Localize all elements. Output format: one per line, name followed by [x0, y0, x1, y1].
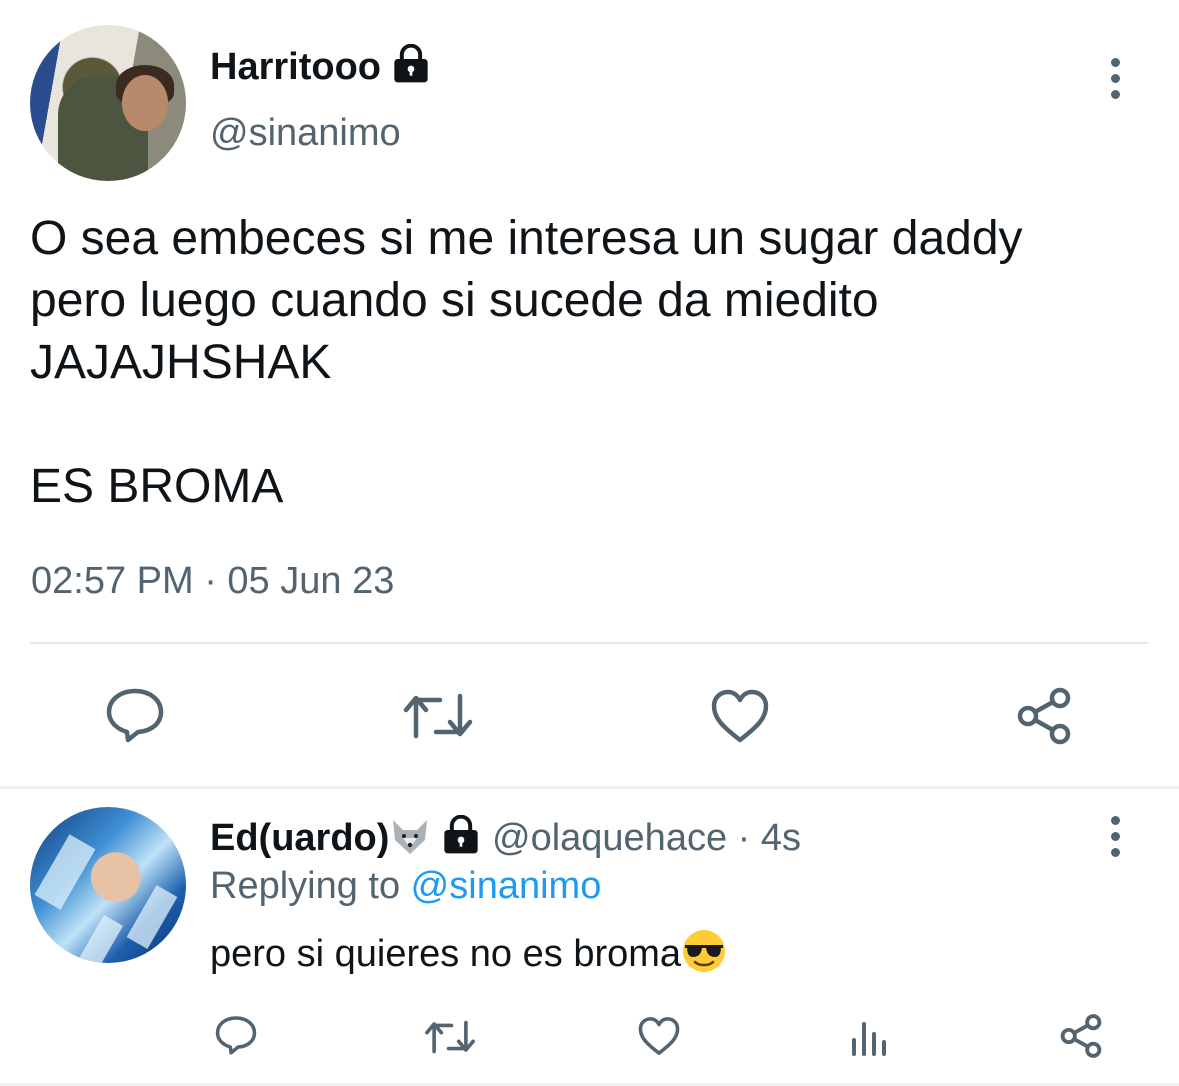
reply-author-handle[interactable]: @olaquehace: [492, 817, 727, 859]
section-separator: [0, 786, 1179, 789]
author-name-text: Harritooo: [210, 46, 381, 89]
reply-author-avatar[interactable]: [30, 807, 186, 963]
tweet-text-line: O sea embeces si me interesa un sugar da…: [30, 212, 1023, 265]
reply-text-content: pero si quieres no es broma: [210, 933, 682, 975]
author-name[interactable]: Harritooo: [210, 43, 431, 94]
tweet-timestamp[interactable]: 02:57 PM · 05 Jun 23: [31, 560, 394, 603]
reply-age: · 4s: [737, 817, 802, 860]
reply-retweet-icon[interactable]: [424, 1018, 476, 1061]
sunglasses-emoji-icon: [681, 928, 727, 974]
reply-header: Ed(uardo) @olaquehace · 4s: [210, 814, 802, 865]
analytics-icon[interactable]: [850, 1016, 888, 1061]
more-options-icon[interactable]: [1100, 58, 1130, 106]
tweet-text-line: pero luego cuando si sucede da miedito: [30, 274, 879, 327]
reply-text: pero si quieres no es broma: [210, 928, 727, 976]
lock-icon: [391, 43, 431, 94]
reply-reply-icon[interactable]: [214, 1014, 258, 1061]
avatar-face: [122, 75, 168, 131]
lock-icon: [441, 814, 481, 865]
share-icon[interactable]: [1014, 686, 1074, 751]
reply-author-name[interactable]: Ed(uardo): [210, 817, 389, 859]
replying-to: Replying to @sinanimo: [210, 865, 601, 908]
replying-to-link[interactable]: @sinanimo: [411, 865, 602, 907]
retweet-icon[interactable]: [402, 690, 474, 747]
reply-more-options-icon[interactable]: [1100, 816, 1130, 864]
tweet-text-line: JAJAJHSHAK: [30, 336, 332, 389]
like-icon[interactable]: [710, 688, 770, 749]
reply-icon[interactable]: [104, 686, 166, 749]
replying-prefix: Replying to: [210, 865, 411, 907]
tweet-text: O sea embeces si me interesa un sugar da…: [30, 208, 1160, 518]
divider: [30, 642, 1148, 644]
reply-share-icon[interactable]: [1058, 1013, 1104, 1064]
reply-like-icon[interactable]: [637, 1016, 681, 1061]
tweet-text-line: ES BROMA: [30, 460, 284, 513]
author-handle[interactable]: @sinanimo: [210, 112, 401, 155]
wolf-emoji-icon: [389, 818, 431, 856]
author-avatar[interactable]: [30, 25, 186, 181]
